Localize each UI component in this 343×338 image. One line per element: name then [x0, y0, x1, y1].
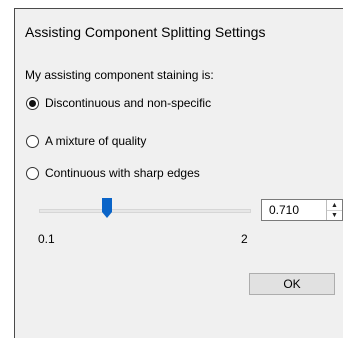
radio-dot-icon [29, 99, 36, 107]
radio-button-icon[interactable] [26, 166, 39, 180]
radio-label: A mixture of quality [45, 134, 147, 148]
radio-label: Continuous with sharp edges [45, 166, 200, 180]
dialog-title: Assisting Component Splitting Settings [25, 24, 266, 40]
value-input[interactable] [262, 200, 326, 220]
spin-buttons: ▲ ▼ [326, 200, 342, 220]
value-spinbox[interactable]: ▲ ▼ [261, 199, 343, 221]
radio-discontinuous[interactable]: Discontinuous and non-specific [26, 95, 211, 111]
slider-min-label: 0.1 [38, 232, 55, 246]
radio-button-icon[interactable] [26, 134, 39, 148]
radio-mixture[interactable]: A mixture of quality [26, 133, 146, 149]
radio-label: Discontinuous and non-specific [45, 96, 212, 110]
staining-label: My assisting component staining is: [25, 68, 214, 82]
slider-thumb[interactable] [102, 198, 112, 218]
slider-max-label: 2 [241, 232, 248, 246]
slider-track[interactable] [39, 209, 251, 213]
ok-button[interactable]: OK [249, 273, 335, 295]
radio-button-icon[interactable] [26, 96, 39, 110]
radio-continuous[interactable]: Continuous with sharp edges [26, 165, 200, 181]
arrow-down-icon[interactable]: ▼ [327, 210, 342, 220]
